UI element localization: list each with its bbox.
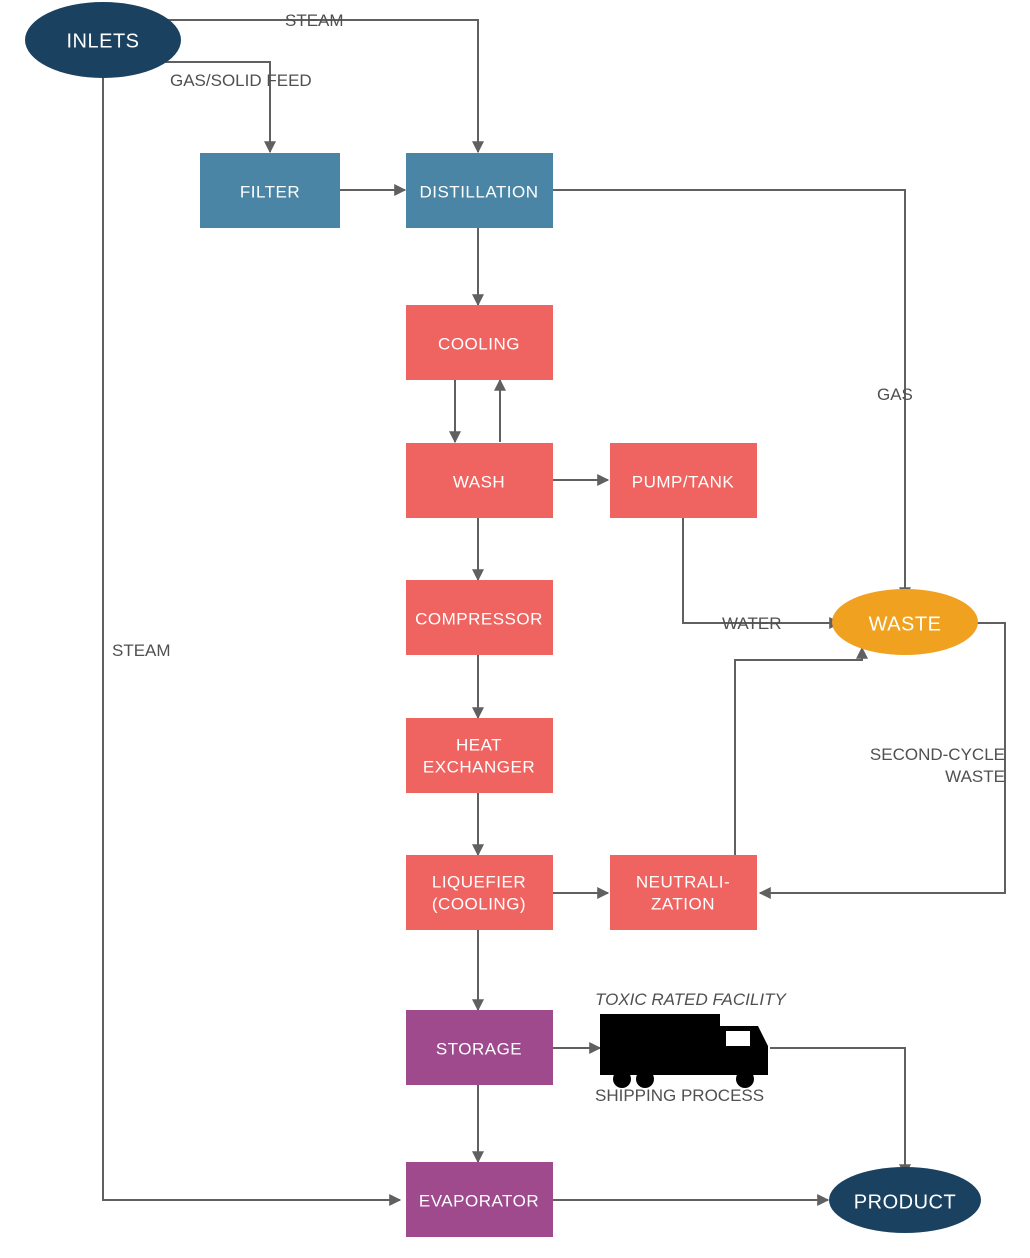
svg-text:COOLING: COOLING [438,334,520,353]
truck-icon [600,1014,768,1088]
svg-text:DISTILLATION: DISTILLATION [419,182,538,201]
label-steam-top: STEAM [285,11,344,30]
node-wash: WASH [406,443,553,518]
node-cooling: COOLING [406,305,553,380]
node-distillation: DISTILLATION [406,153,553,228]
svg-text:PRODUCT: PRODUCT [854,1191,956,1213]
svg-text:STORAGE: STORAGE [436,1039,522,1058]
label-shipping: SHIPPING PROCESS [595,1086,764,1105]
svg-text:COMPRESSOR: COMPRESSOR [415,609,543,628]
label-water: WATER [722,614,782,633]
svg-text:WASH: WASH [453,472,505,491]
svg-text:PUMP/TANK: PUMP/TANK [632,472,735,491]
node-evaporator: EVAPORATOR [406,1162,553,1237]
label-gas-solid-feed: GAS/SOLID FEED [170,71,312,90]
label-toxic-facility: TOXIC RATED FACILITY [595,990,787,1009]
svg-text:FILTER: FILTER [240,182,300,201]
svg-text:INLETS: INLETS [66,30,139,52]
node-storage: STORAGE [406,1010,553,1085]
node-heat-exchanger: HEAT EXCHANGER [406,718,553,793]
node-product: PRODUCT [829,1167,981,1233]
label-steam-left: STEAM [112,641,171,660]
node-neutralization: NEUTRALI- ZATION [610,855,757,930]
label-gas: GAS [877,385,913,404]
node-inlets: INLETS [25,2,181,78]
node-liquefier: LIQUEFIER (COOLING) [406,855,553,930]
label-second-cycle-2: WASTE [945,767,1005,786]
svg-text:EXCHANGER: EXCHANGER [423,757,535,776]
label-second-cycle-1: SECOND-CYCLE [870,745,1005,764]
svg-text:(COOLING): (COOLING) [432,894,526,913]
process-flow-diagram: STEAM GAS/SOLID FEED GAS WATER SECOND-CY… [0,0,1030,1258]
node-filter: FILTER [200,153,340,228]
node-waste: WASTE [832,589,978,655]
svg-text:NEUTRALI-: NEUTRALI- [636,872,730,891]
svg-text:LIQUEFIER: LIQUEFIER [432,872,526,891]
svg-text:EVAPORATOR: EVAPORATOR [419,1191,539,1210]
node-compressor: COMPRESSOR [406,580,553,655]
svg-text:WASTE: WASTE [869,613,942,635]
node-pump-tank: PUMP/TANK [610,443,757,518]
svg-text:HEAT: HEAT [456,735,502,754]
svg-text:ZATION: ZATION [651,894,715,913]
